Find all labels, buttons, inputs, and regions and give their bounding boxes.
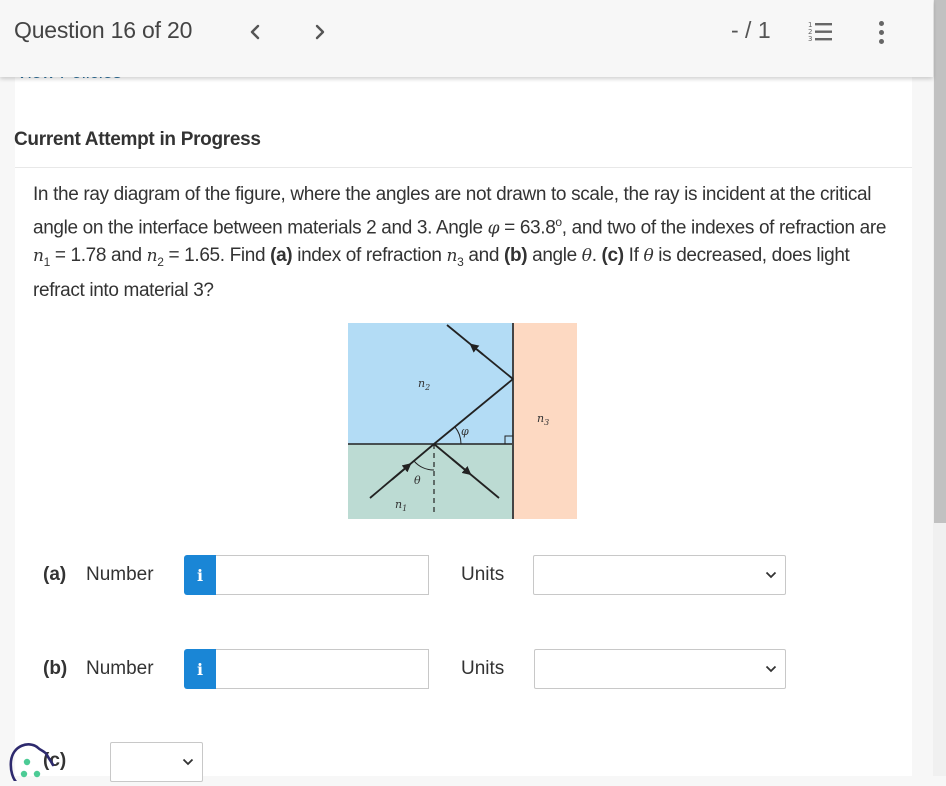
part-a-units-select[interactable]	[533, 555, 786, 595]
chevron-right-icon	[315, 24, 325, 40]
chevron-down-icon	[765, 665, 777, 673]
question-text-part: and	[463, 245, 504, 267]
previous-question-button[interactable]	[243, 18, 267, 46]
more-vertical-icon-dot	[878, 29, 884, 35]
part-a-marker: (a)	[270, 245, 293, 267]
label-phi: φ	[461, 425, 469, 438]
part-a-number-input[interactable]	[216, 555, 429, 595]
n-symbol: n	[33, 246, 44, 267]
part-b-units-label: Units	[461, 658, 505, 679]
part-b-units-select[interactable]	[534, 649, 786, 689]
part-a-info-button[interactable]: i	[184, 555, 216, 595]
n-symbol: n	[146, 246, 158, 267]
attempt-heading: Current Attempt in Progress	[14, 129, 261, 150]
question-position: Question 16 of 20	[14, 17, 193, 43]
phi-symbol: φ	[487, 217, 500, 238]
material-1-region	[348, 444, 513, 519]
part-b-marker: (b)	[503, 245, 528, 267]
question-text-part: , and two of the indexes of refraction a…	[561, 216, 887, 238]
more-vertical-icon-dot	[878, 20, 884, 26]
question-list-button[interactable]: 1 2 3	[806, 18, 836, 46]
material-2-region	[348, 323, 513, 444]
info-icon: i	[196, 659, 204, 679]
more-options-button[interactable]	[870, 18, 892, 46]
part-b-number-input[interactable]	[216, 649, 429, 689]
theta-symbol: θ	[643, 246, 654, 267]
cookie-settings-button[interactable]	[7, 741, 65, 785]
part-c-select[interactable]	[110, 742, 203, 782]
info-icon: i	[196, 565, 204, 585]
question-text: In the ray diagram of the figure, where …	[33, 181, 903, 304]
svg-text:3: 3	[808, 35, 812, 43]
question-text-part: = 1.65. Find	[163, 245, 271, 267]
divider	[15, 167, 912, 168]
next-question-button[interactable]	[308, 18, 332, 46]
chevron-down-icon	[182, 758, 194, 766]
score-display: - / 1	[731, 17, 771, 43]
question-text-part: = 63.8	[499, 216, 556, 238]
part-b-number-label: Number	[86, 658, 154, 679]
part-a-label: (a)	[43, 564, 67, 585]
question-text-part: angle	[527, 245, 582, 267]
ray-diagram: n2 n3 n1 φ θ	[348, 323, 577, 519]
chevron-down-icon	[765, 571, 777, 579]
cookie-icon	[9, 743, 55, 785]
numbered-list-icon: 1 2 3	[808, 21, 832, 43]
n-symbol: n	[446, 246, 458, 267]
part-a-number-label: Number	[86, 564, 154, 585]
question-text-part: .	[591, 245, 602, 267]
part-b-info-button[interactable]: i	[184, 649, 216, 689]
part-c-marker: (c)	[601, 245, 625, 267]
question-text-part: If	[623, 245, 644, 267]
label-theta: θ	[414, 474, 421, 487]
theta-symbol: θ	[581, 246, 592, 267]
part-b-label: (b)	[43, 658, 68, 679]
question-header: Question 16 of 20 - / 1 1 2 3	[0, 0, 933, 77]
more-vertical-icon-dot	[878, 38, 884, 44]
ray-diagram-figure: n2 n3 n1 φ θ	[348, 323, 577, 519]
chevron-left-icon	[250, 24, 260, 40]
question-text-part: index of refraction	[292, 245, 447, 267]
scrollbar-thumb[interactable]	[934, 0, 946, 523]
part-a-units-label: Units	[461, 564, 505, 585]
page: View Policies Question 16 of 20 - / 1 1 …	[0, 0, 946, 785]
question-text-part: = 1.78 and	[49, 245, 147, 267]
